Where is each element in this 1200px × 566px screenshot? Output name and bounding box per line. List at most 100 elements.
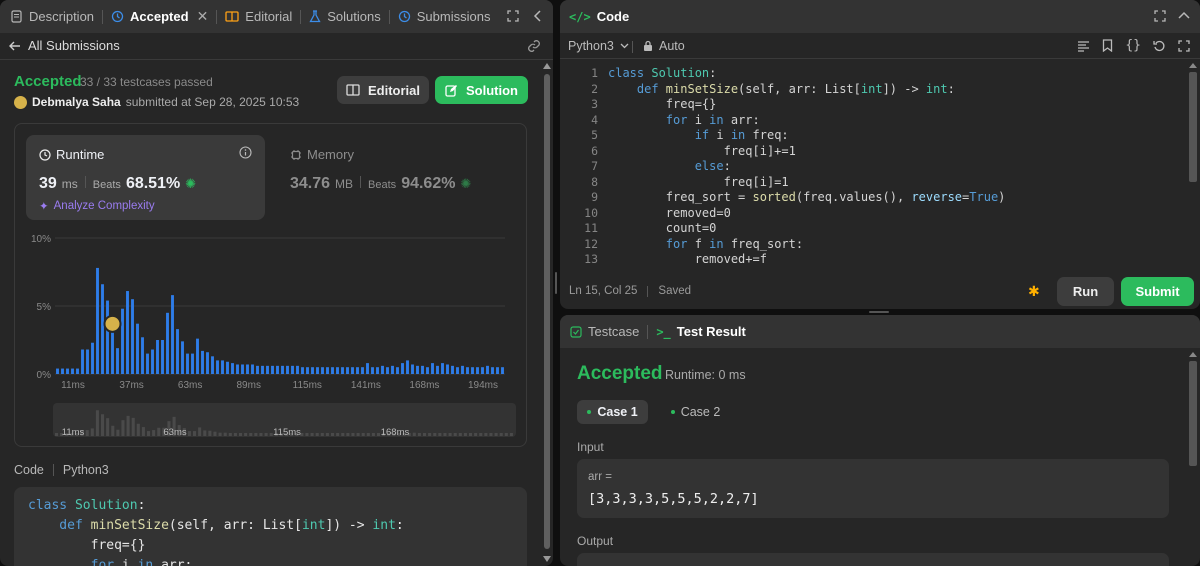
editor-scrollbar[interactable] <box>1187 61 1199 269</box>
fullscreen-icon[interactable] <box>1178 39 1190 52</box>
tab-accepted[interactable]: Accepted ✕ <box>103 0 216 33</box>
chart-bar <box>101 284 104 374</box>
close-icon[interactable]: ✕ <box>197 8 209 25</box>
panel-resize-handle[interactable] <box>869 311 889 313</box>
code-line: else: <box>608 159 731 173</box>
scrollbar-thumb[interactable] <box>1189 72 1197 182</box>
chart-bar <box>176 329 179 374</box>
tab-submissions[interactable]: Submissions <box>390 0 499 33</box>
chart-bar <box>196 338 199 374</box>
code-line: for f in freq_sort: <box>608 236 804 251</box>
chart-bar <box>331 367 334 374</box>
minimap-bar <box>417 433 421 436</box>
chart-bar <box>156 340 159 374</box>
language-select[interactable]: Python3 <box>568 39 629 53</box>
line-number: 11 <box>584 221 598 235</box>
edit-icon <box>445 84 458 97</box>
x-tick-label: 141ms <box>351 380 381 391</box>
maximize-icon[interactable] <box>507 10 519 22</box>
chart-bar <box>136 323 139 374</box>
chart-bar <box>416 365 419 374</box>
tab-editorial[interactable]: Editorial <box>217 0 300 33</box>
tab-testcase[interactable]: Testcase <box>560 315 647 348</box>
case-1-tab[interactable]: Case 1 <box>577 400 648 424</box>
chart-bar <box>411 364 414 374</box>
chart-bar <box>296 365 299 374</box>
code-header-label: Code <box>14 463 44 477</box>
result-status: Accepted <box>577 363 663 384</box>
chart-bar <box>61 368 64 374</box>
case-2-label: Case 2 <box>680 405 721 419</box>
chart-bar <box>421 365 424 374</box>
tab-code[interactable]: </> Code <box>560 0 637 33</box>
code-icon: </> <box>569 9 591 24</box>
case-2-tab[interactable]: Case 2 <box>660 400 731 424</box>
avatar[interactable] <box>14 95 27 109</box>
scrollbar-thumb[interactable] <box>1189 361 1197 466</box>
reset-icon[interactable] <box>1153 39 1166 52</box>
minimap-tick-label: 115ms <box>273 427 301 438</box>
back-link[interactable]: All Submissions <box>9 38 120 53</box>
submitted-code-block[interactable]: class Solution: def minSetSize(self, arr… <box>14 487 527 566</box>
scroll-up-icon[interactable] <box>1189 352 1197 357</box>
line-number: 3 <box>591 97 598 111</box>
submit-button[interactable]: Submit <box>1121 277 1194 306</box>
chart-bar <box>431 363 434 374</box>
bookmark-icon[interactable] <box>1102 39 1113 52</box>
submit-button-label: Submit <box>1135 284 1180 299</box>
terminal-icon: >_ <box>656 324 671 339</box>
code-tab-bar: </> Code <box>560 0 1200 33</box>
author-name[interactable]: Debmalya Saha <box>32 95 121 109</box>
code-line: class Solution: <box>28 498 146 513</box>
input-box[interactable]: arr = [3,3,3,3,5,5,5,2,2,7] <box>577 459 1169 518</box>
debug-icon[interactable]: ✱ <box>1028 283 1040 300</box>
braces-icon[interactable]: {} <box>1125 38 1141 53</box>
output-label: Output <box>577 534 614 548</box>
run-button[interactable]: Run <box>1057 277 1114 306</box>
format-icon[interactable] <box>1077 40 1090 52</box>
scroll-down-icon[interactable] <box>543 556 551 562</box>
tab-test-result[interactable]: >_ Test Result <box>648 315 754 348</box>
minimap-bar <box>371 433 375 436</box>
scrollbar-thumb[interactable] <box>544 74 550 549</box>
output-box[interactable] <box>577 553 1169 566</box>
chart-bar <box>276 365 279 374</box>
minimap-bar <box>95 410 99 436</box>
chart-bar <box>336 367 339 374</box>
code-line: def minSetSize(self, arr: List[int]) -> … <box>608 81 955 96</box>
code-editor[interactable]: 1 2 3 4 5 6 7 8 9 10 11 12 13 class Solution: def mi… <box>560 66 1186 269</box>
collapse-icon[interactable] <box>533 10 541 22</box>
chart-bar <box>111 331 114 374</box>
input-var: arr = <box>588 471 612 483</box>
left-scrollbar[interactable] <box>541 60 553 566</box>
maximize-icon[interactable] <box>1154 10 1166 22</box>
chart-bar <box>496 367 499 374</box>
minimap-bar <box>136 423 140 436</box>
solution-button[interactable]: Solution <box>435 76 528 104</box>
minimap-bar <box>213 431 217 436</box>
line-number: 2 <box>591 81 598 96</box>
pass-dot-icon <box>670 410 675 414</box>
chart-bar <box>151 349 154 374</box>
runtime-distribution-chart[interactable]: 10% 5% 0% 11ms 37ms 63ms 89ms 115ms 141ms 168ms 19… <box>15 124 526 446</box>
user-position-marker[interactable] <box>103 314 122 333</box>
minimap-bar <box>366 433 370 436</box>
tab-accepted-label: Accepted <box>130 9 189 24</box>
tab-description[interactable]: Description <box>0 0 102 33</box>
editorial-button[interactable]: Editorial <box>337 76 429 104</box>
tab-solutions[interactable]: Solutions <box>301 0 388 33</box>
chart-bar <box>486 365 489 374</box>
line-number: 13 <box>584 252 598 266</box>
link-icon[interactable] <box>527 39 541 53</box>
code-line: for i in arr: <box>28 558 193 566</box>
scroll-up-icon[interactable] <box>1189 63 1197 68</box>
result-scrollbar[interactable] <box>1187 349 1199 566</box>
tab-testcase-label: Testcase <box>588 324 640 339</box>
chevron-up-icon[interactable] <box>1178 11 1190 19</box>
chart-bar <box>121 308 124 374</box>
mode-select[interactable]: Auto <box>643 39 685 53</box>
divider <box>647 285 649 297</box>
minimap-bar <box>423 433 427 436</box>
scroll-up-icon[interactable] <box>543 63 551 69</box>
panel-resize-handle[interactable] <box>555 272 557 294</box>
